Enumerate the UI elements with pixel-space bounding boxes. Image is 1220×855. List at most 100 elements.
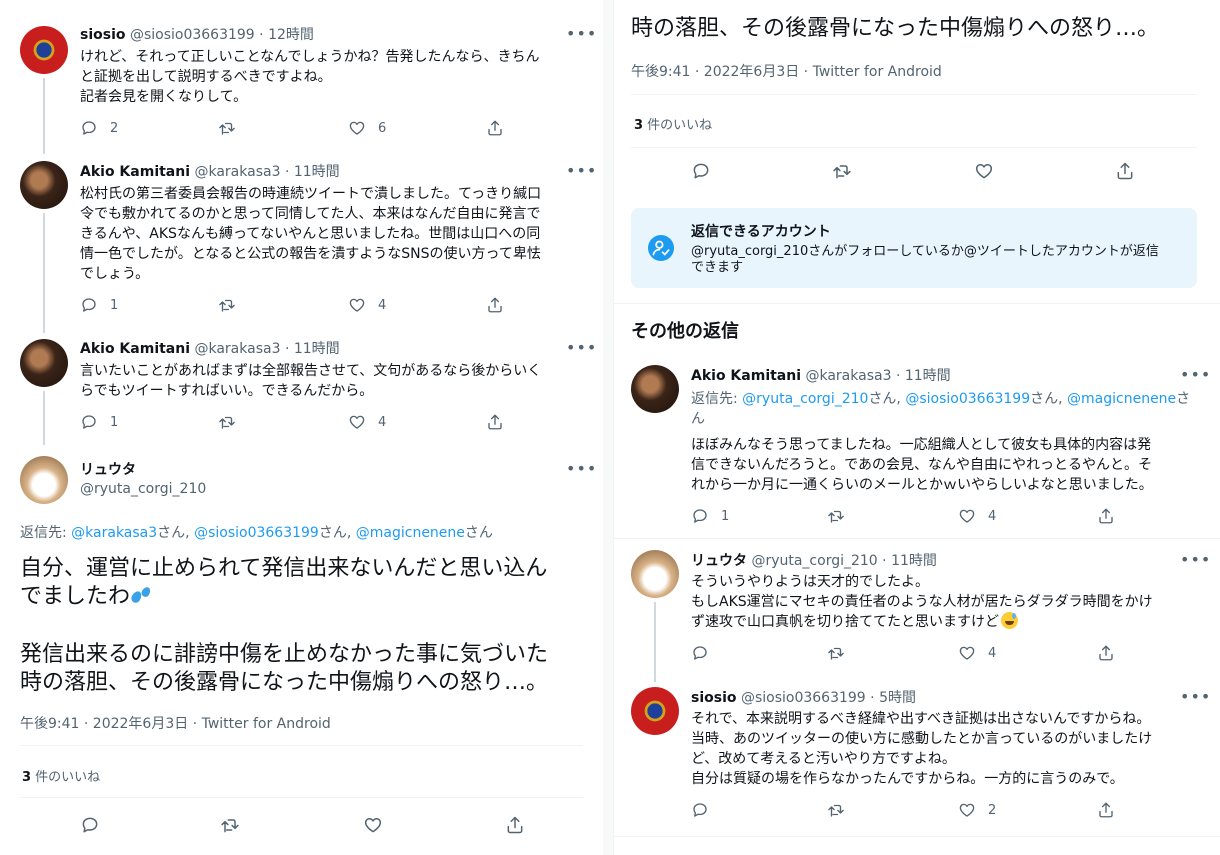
tweet-actions: 1 4	[80, 296, 510, 318]
notice-body: @ryuta_corgi_210さんがフォローしているか@ツイートしたアカウント…	[691, 244, 1159, 275]
author-name[interactable]: リュウタ	[80, 459, 136, 479]
share-button[interactable]	[486, 413, 504, 431]
heart-icon	[348, 413, 366, 431]
avatar[interactable]	[20, 161, 68, 209]
reply-button[interactable]	[691, 161, 711, 181]
divider	[614, 303, 1220, 304]
share-button[interactable]	[486, 296, 504, 314]
divider	[20, 745, 583, 746]
more-icon[interactable]: •••	[1180, 365, 1211, 384]
tweet-time[interactable]: · 11時間	[896, 368, 951, 384]
author-handle[interactable]: @karakasa3	[194, 164, 280, 180]
avatar[interactable]	[631, 687, 679, 735]
author-name[interactable]: Akio Kamitani	[80, 341, 190, 357]
like-button[interactable]: 6	[348, 119, 386, 137]
like-button[interactable]: 2	[958, 801, 996, 819]
tweet-timestamp[interactable]: 午後9:41 · 2022年6月3日 · Twitter for Android	[631, 61, 942, 81]
share-button[interactable]	[1097, 644, 1115, 662]
avatar[interactable]	[631, 365, 679, 413]
reply-icon	[80, 296, 98, 314]
avatar[interactable]	[20, 26, 68, 74]
reply-button[interactable]	[80, 815, 100, 835]
mention-link[interactable]: @magicnenene	[1067, 391, 1176, 407]
reply-icon	[80, 413, 98, 431]
reply-header: リュウタ @ryuta_corgi_210 · 11時間	[691, 552, 937, 570]
author-name[interactable]: Akio Kamitani	[691, 368, 801, 384]
likes-count[interactable]: 3 件のいいね	[22, 766, 100, 785]
mention-suffix: さん,	[1030, 391, 1068, 407]
like-button[interactable]: 4	[348, 413, 386, 431]
reply-button[interactable]	[691, 801, 709, 819]
retweet-button[interactable]	[832, 161, 852, 181]
tweet-time[interactable]: · 11時間	[882, 553, 937, 569]
like-button[interactable]	[363, 815, 383, 835]
retweet-button[interactable]	[827, 644, 845, 662]
retweet-button[interactable]	[220, 815, 240, 835]
main-tweet-text-tail: 時の落胆、その後露骨になった中傷煽りへの怒り…。	[631, 16, 1160, 41]
reply-actions: 2	[691, 801, 1121, 823]
author-handle[interactable]: @karakasa3	[194, 341, 280, 357]
retweet-button[interactable]	[827, 801, 845, 819]
share-button[interactable]	[486, 119, 504, 137]
retweet-icon	[218, 296, 236, 314]
avatar[interactable]	[20, 339, 68, 387]
reply-button[interactable]: 1	[80, 296, 118, 314]
like-button[interactable]: 4	[348, 296, 386, 314]
author-handle[interactable]: @siosio03663199	[741, 690, 866, 706]
reply-header: Akio Kamitani @karakasa3 · 11時間	[691, 367, 951, 385]
reply-button[interactable]	[691, 644, 709, 662]
avatar[interactable]	[631, 550, 679, 598]
more-icon[interactable]: •••	[1180, 550, 1211, 569]
mention-icon	[648, 235, 674, 261]
tweet-time[interactable]: · 11時間	[285, 164, 340, 180]
mention-link[interactable]: @magicnenene	[356, 525, 465, 541]
tweet-time[interactable]: · 5時間	[870, 690, 916, 706]
share-button[interactable]	[1097, 801, 1115, 819]
tweet-time[interactable]: · 12時間	[259, 27, 314, 43]
like-button[interactable]	[974, 161, 994, 181]
share-button[interactable]	[1097, 507, 1115, 525]
reply-text: そういうやりようは天才的でしたよ。 もしAKS運営にマセキの責任者のような人材が…	[691, 572, 1211, 632]
retweet-icon	[218, 119, 236, 137]
share-button[interactable]	[1115, 161, 1135, 181]
mention-link[interactable]: @karakasa3	[71, 525, 157, 541]
author-handle[interactable]: @ryuta_corgi_210	[80, 481, 206, 497]
thread-line	[43, 213, 45, 333]
author-name[interactable]: リュウタ	[691, 553, 747, 569]
reply-button[interactable]: 1	[80, 413, 118, 431]
tweet-time[interactable]: · 11時間	[285, 341, 340, 357]
retweet-button[interactable]	[218, 413, 236, 431]
more-icon[interactable]: •••	[1180, 687, 1211, 706]
author-name[interactable]: siosio	[80, 27, 126, 43]
more-icon[interactable]: •••	[566, 24, 597, 43]
more-icon[interactable]: •••	[566, 338, 597, 357]
reply-to-label: 返信先:	[691, 391, 743, 407]
reply-icon	[691, 507, 709, 525]
retweet-button[interactable]	[218, 119, 236, 137]
mention-link[interactable]: @siosio03663199	[905, 391, 1030, 407]
reply-count: 1	[110, 297, 119, 313]
like-button[interactable]: 4	[958, 644, 996, 662]
more-icon[interactable]: •••	[566, 459, 597, 478]
panel-gap	[603, 0, 613, 855]
retweet-icon	[218, 413, 236, 431]
retweet-button[interactable]	[827, 507, 845, 525]
author-handle[interactable]: @karakasa3	[805, 368, 891, 384]
likes-count[interactable]: 3 件のいいね	[634, 114, 712, 133]
mention-link[interactable]: @ryuta_corgi_210	[742, 391, 868, 407]
tweet-timestamp[interactable]: 午後9:41 · 2022年6月3日 · Twitter for Android	[20, 713, 331, 733]
main-tweet-actions	[691, 161, 1141, 183]
author-name[interactable]: Akio Kamitani	[80, 164, 190, 180]
author-name[interactable]: siosio	[691, 690, 737, 706]
more-icon[interactable]: •••	[566, 161, 597, 180]
like-button[interactable]: 4	[958, 507, 996, 525]
reply-button[interactable]: 2	[80, 119, 118, 137]
mention-link[interactable]: @siosio03663199	[194, 525, 319, 541]
share-button[interactable]	[505, 815, 525, 835]
retweet-button[interactable]	[218, 296, 236, 314]
reply-button[interactable]: 1	[691, 507, 729, 525]
avatar[interactable]	[20, 456, 68, 504]
author-handle[interactable]: @siosio03663199	[130, 27, 255, 43]
main-tweet-text-part: 自分、運営に止められて発信出来ないんだと思い込ん でましたわ	[20, 556, 548, 609]
author-handle[interactable]: @ryuta_corgi_210	[751, 553, 877, 569]
